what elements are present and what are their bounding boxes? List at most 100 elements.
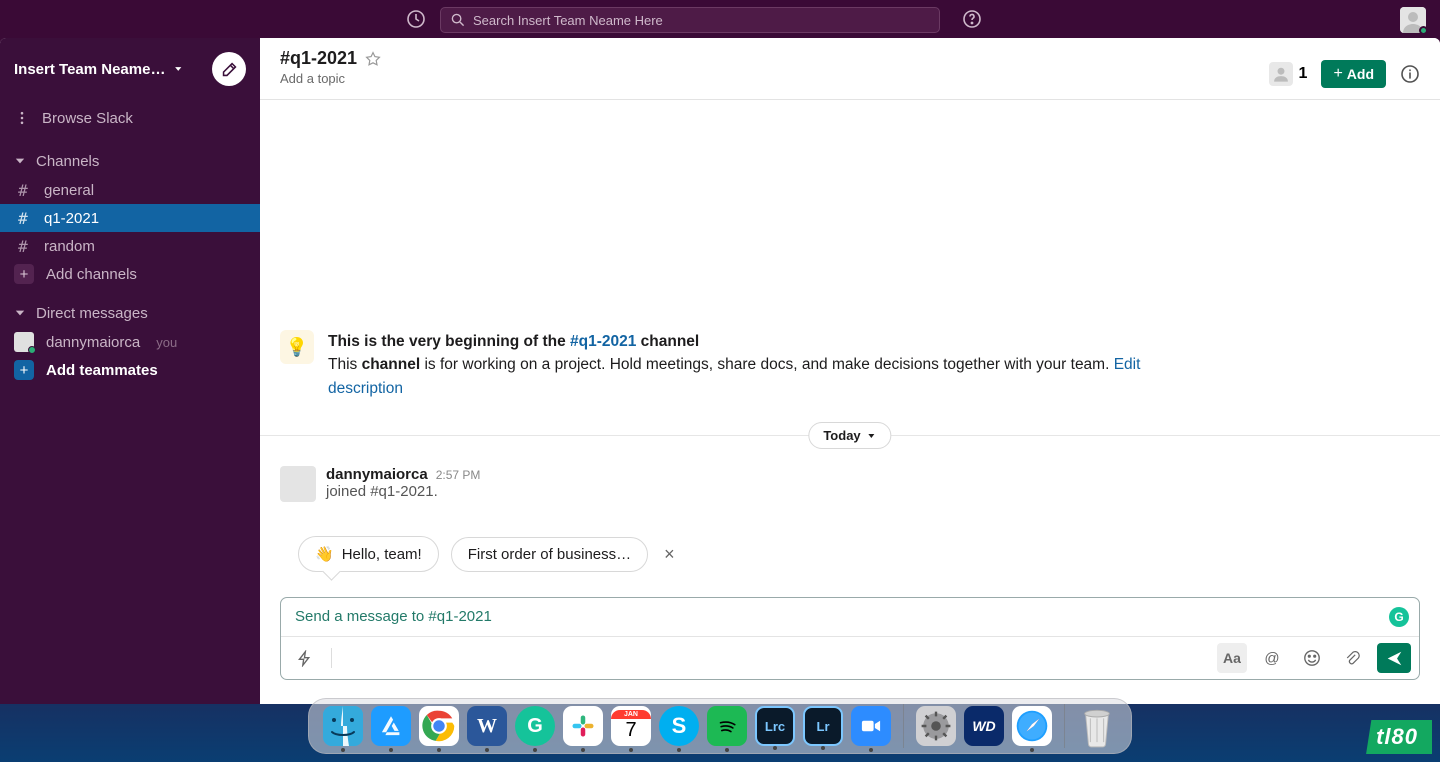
dock-app-appstore[interactable] <box>371 706 411 746</box>
dock-app-trash[interactable] <box>1077 706 1117 746</box>
message-user[interactable]: dannymaiorca <box>326 466 428 483</box>
grammarly-icon[interactable]: G <box>1389 607 1409 627</box>
composer-input[interactable]: Send a message to #q1-2021 G <box>281 598 1419 637</box>
shortcuts-button[interactable] <box>289 643 319 673</box>
lightning-icon <box>296 650 313 667</box>
spotify-icon <box>714 713 740 739</box>
compose-icon <box>221 61 238 78</box>
dock-app-slack[interactable] <box>563 706 603 746</box>
info-icon[interactable] <box>1400 64 1420 84</box>
channels-label: Channels <box>36 153 99 170</box>
message-time: 2:57 PM <box>436 468 481 482</box>
welcome-channel-link[interactable]: #q1-2021 <box>570 333 636 350</box>
channel-name: general <box>44 182 94 199</box>
dm-section[interactable]: Direct messages <box>0 298 260 328</box>
channel-title-row: #q1-2021 <box>280 48 381 69</box>
channel-name: random <box>44 238 95 255</box>
dock-app-settings[interactable] <box>916 706 956 746</box>
attach-button[interactable] <box>1337 643 1367 673</box>
message-composer: Send a message to #q1-2021 G Aa @ <box>280 597 1420 680</box>
message-body: joined #q1-2021. <box>326 483 480 500</box>
chrome-icon <box>422 709 456 743</box>
running-dot <box>821 746 825 750</box>
dock-app-finder[interactable] <box>323 706 363 746</box>
channel-name: q1-2021 <box>44 210 99 227</box>
welcome-prefix: This is the very beginning of the <box>328 333 570 350</box>
presence-dot <box>28 346 36 354</box>
send-button[interactable] <box>1377 643 1411 673</box>
compose-button[interactable] <box>212 52 246 86</box>
dock-app-grammarly[interactable]: G <box>515 706 555 746</box>
at-label: @ <box>1264 650 1279 667</box>
sidebar-channel-general[interactable]: # general <box>0 176 260 204</box>
browse-slack[interactable]: Browse Slack <box>0 100 260 136</box>
emoji-button[interactable] <box>1297 643 1327 673</box>
running-dot <box>725 748 729 752</box>
welcome-line2-b: channel <box>362 356 421 373</box>
you-label: you <box>156 335 177 350</box>
channel-title[interactable]: #q1-2021 <box>280 48 357 69</box>
add-button[interactable]: +Add <box>1321 60 1386 88</box>
member-count[interactable]: 1 <box>1269 62 1308 86</box>
dock-app-wd[interactable]: WD <box>964 706 1004 746</box>
dock-app-lightroom[interactable]: Lr <box>803 706 843 746</box>
formatting-button[interactable]: Aa <box>1217 643 1247 673</box>
add-channels[interactable]: + Add channels <box>0 260 260 288</box>
aa-label: Aa <box>1223 650 1241 666</box>
dm-label: Direct messages <box>36 305 148 322</box>
welcome-suffix: channel <box>636 333 699 350</box>
top-bar: Search Insert Team Neame Here <box>0 0 1440 38</box>
dock-app-spotify[interactable] <box>707 706 747 746</box>
chevron-down-icon <box>867 431 877 441</box>
star-icon[interactable] <box>365 51 381 67</box>
dock-app-skype[interactable]: S <box>659 706 699 746</box>
channel-welcome: 💡 This is the very beginning of the #q1-… <box>280 330 1180 400</box>
dismiss-suggestions[interactable]: × <box>664 544 675 565</box>
sidebar-channel-random[interactable]: # random <box>0 232 260 260</box>
dm-name: dannymaiorca <box>46 334 140 351</box>
sidebar: Insert Team Neame He... Browse Slack Cha… <box>0 38 260 704</box>
camera-icon <box>858 713 884 739</box>
history-icon[interactable] <box>406 9 426 29</box>
channels-section[interactable]: Channels <box>0 146 260 176</box>
macos-dock: WG JAN7S LrcLr WD <box>308 698 1132 754</box>
send-icon <box>1386 650 1403 667</box>
user-avatar[interactable] <box>1400 7 1426 33</box>
dock-app-calendar[interactable]: JAN7 <box>611 706 651 746</box>
running-dot <box>533 748 537 752</box>
channel-header: #q1-2021 Add a topic 1 +Add <box>260 38 1440 100</box>
add-button-label: Add <box>1347 66 1374 82</box>
composer-placeholder: Send a message to #q1-2021 <box>295 608 492 625</box>
sidebar-channel-q1-2021[interactable]: # q1-2021 <box>0 204 260 232</box>
dock-app-zoom[interactable] <box>851 706 891 746</box>
mention-button[interactable]: @ <box>1257 643 1287 673</box>
avatar[interactable] <box>280 466 316 502</box>
watermark: tl80 <box>1366 720 1432 754</box>
running-dot <box>341 748 345 752</box>
browse-label: Browse Slack <box>42 110 133 127</box>
dock-app-safari[interactable] <box>1012 706 1052 746</box>
dm-self[interactable]: dannymaiorca you <box>0 328 260 356</box>
dock-app-lrc[interactable]: Lrc <box>755 706 795 746</box>
dock-app-chrome[interactable] <box>419 706 459 746</box>
dock-app-word[interactable]: W <box>467 706 507 746</box>
suggestion-first-order[interactable]: First order of business… <box>451 537 648 572</box>
search-input[interactable]: Search Insert Team Neame Here <box>440 7 940 33</box>
caret-down-icon <box>14 155 26 167</box>
search-icon <box>451 13 465 27</box>
channel-topic[interactable]: Add a topic <box>280 71 381 86</box>
help-icon[interactable] <box>962 9 982 29</box>
date-pill[interactable]: Today <box>808 422 891 449</box>
running-dot <box>677 748 681 752</box>
dock-separator <box>1064 704 1065 748</box>
avatar <box>14 332 34 352</box>
safari-icon <box>1014 708 1050 744</box>
person-icon <box>1272 65 1290 83</box>
running-dot <box>629 748 633 752</box>
suggestion-hello[interactable]: 👋 Hello, team! <box>298 536 439 572</box>
workspace-header[interactable]: Insert Team Neame He... <box>0 38 260 100</box>
hash-icon: # <box>14 209 32 228</box>
composer-toolbar: Aa @ <box>281 637 1419 679</box>
wave-emoji: 👋 <box>315 545 334 563</box>
add-teammates[interactable]: + Add teammates <box>0 356 260 384</box>
